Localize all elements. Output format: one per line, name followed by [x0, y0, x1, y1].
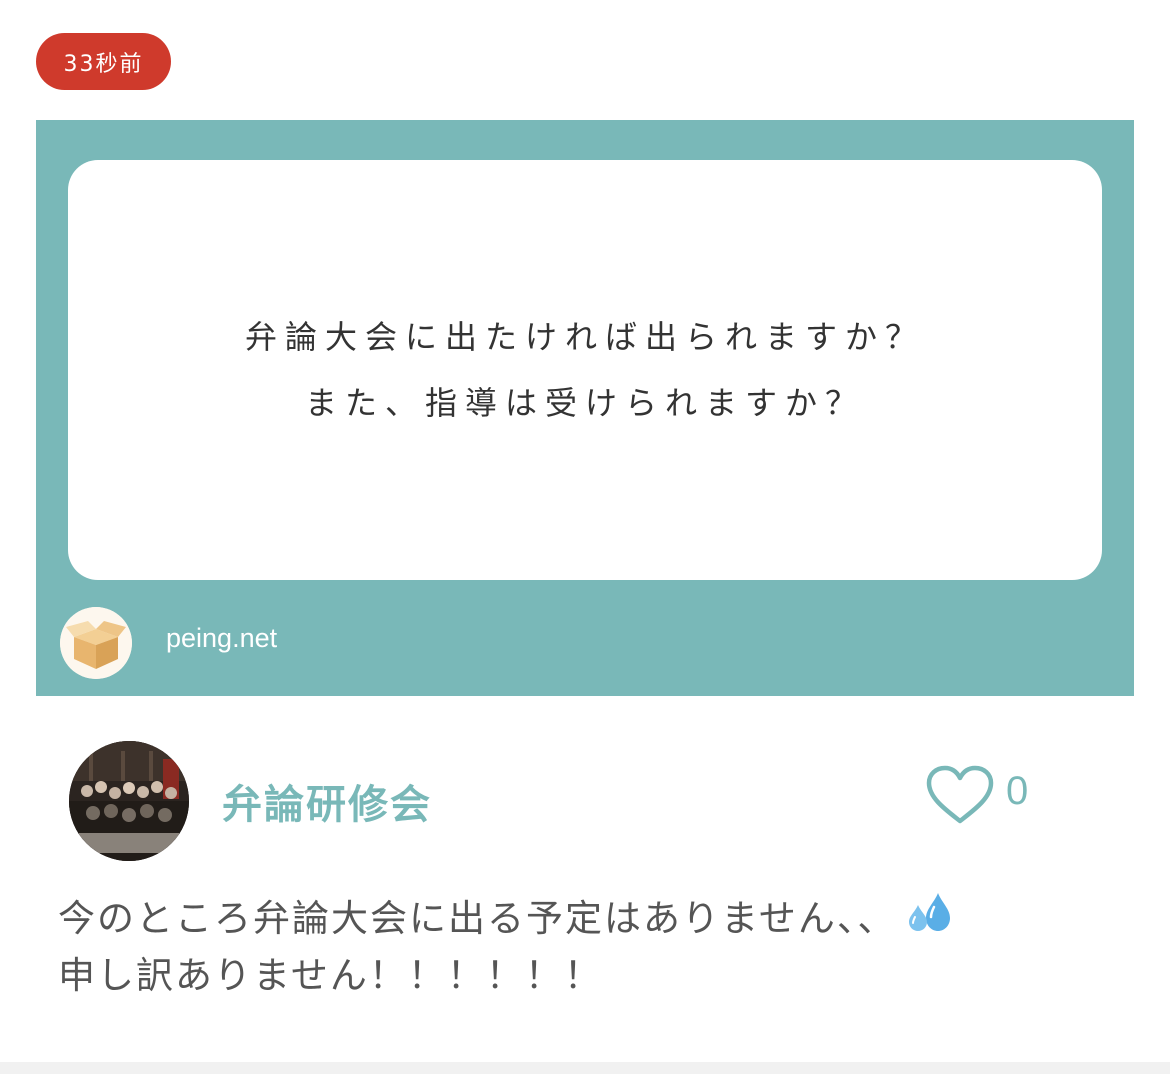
- sweat-droplets-icon: [904, 891, 954, 939]
- question-text-box: 弁論大会に出たければ出られますか？ また、指導は受けられますか？: [68, 160, 1102, 580]
- bottom-divider: [0, 1062, 1170, 1074]
- cardboard-box-icon: [60, 607, 132, 679]
- user-name[interactable]: 弁論研修会: [222, 772, 432, 830]
- answer-line-1-text: 今のところ弁論大会に出る予定はありません、、: [58, 897, 897, 940]
- question-card[interactable]: 弁論大会に出たければ出られますか？ また、指導は受けられますか？ peing.n…: [36, 120, 1134, 696]
- answer-line-1: 今のところ弁論大会に出る予定はありません、、: [58, 890, 1118, 947]
- question-line-1: 弁論大会に出たければ出られますか？: [244, 318, 925, 356]
- answer-line-2: 申し訳ありません！！！！！！: [58, 954, 603, 997]
- user-avatar[interactable]: [69, 741, 189, 861]
- like-count: 0: [1006, 769, 1029, 813]
- heart-outline-icon[interactable]: [924, 764, 996, 826]
- answer-page: 33秒前 弁論大会に出たければ出られますか？ また、指導は受けられますか？ pe…: [0, 0, 1170, 1074]
- question-line-2: また、指導は受けられますか？: [304, 384, 865, 422]
- time-ago-badge: 33秒前: [36, 33, 171, 90]
- site-label[interactable]: peing.net: [166, 623, 277, 654]
- answer-text: 今のところ弁論大会に出る予定はありません、、 申し訳ありません！！！！！！: [58, 890, 1118, 1004]
